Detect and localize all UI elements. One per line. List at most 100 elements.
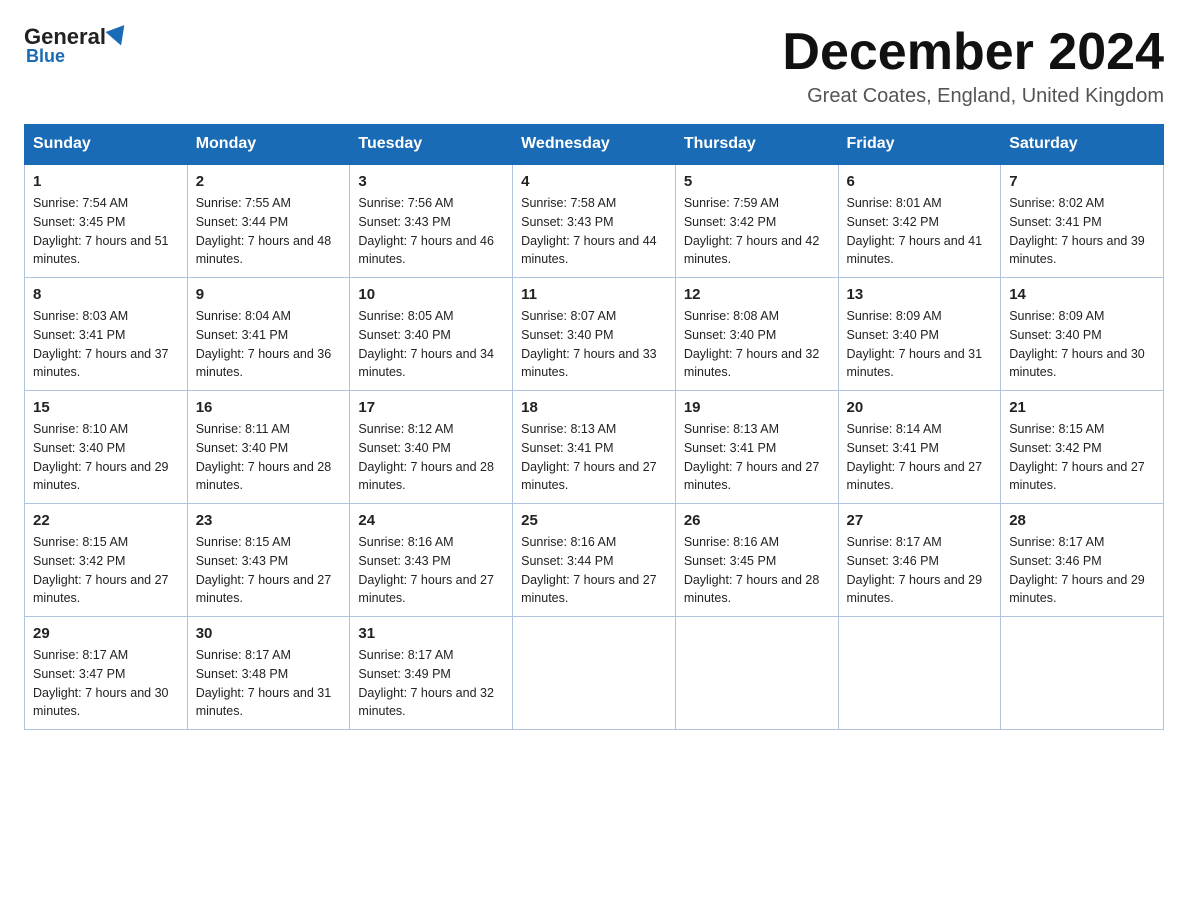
day-number: 27: [847, 512, 993, 529]
day-info: Sunrise: 8:08 AMSunset: 3:40 PMDaylight:…: [684, 307, 830, 382]
day-info: Sunrise: 8:09 AMSunset: 3:40 PMDaylight:…: [847, 307, 993, 382]
day-number: 6: [847, 173, 993, 190]
day-info: Sunrise: 8:07 AMSunset: 3:40 PMDaylight:…: [521, 307, 667, 382]
calendar-title: December 2024: [782, 24, 1164, 81]
calendar-subtitle: Great Coates, England, United Kingdom: [782, 85, 1164, 108]
day-info: Sunrise: 8:17 AMSunset: 3:46 PMDaylight:…: [847, 533, 993, 608]
weekday-header-sunday: Sunday: [25, 125, 188, 165]
day-info: Sunrise: 8:15 AMSunset: 3:42 PMDaylight:…: [33, 533, 179, 608]
calendar-cell: 26 Sunrise: 8:16 AMSunset: 3:45 PMDayligh…: [675, 504, 838, 617]
calendar-cell: 18 Sunrise: 8:13 AMSunset: 3:41 PMDayligh…: [513, 391, 676, 504]
calendar-cell: 4Sunrise: 7:58 AMSunset: 3:43 PMDaylight…: [513, 164, 676, 278]
day-info: Sunrise: 8:05 AMSunset: 3:40 PMDaylight:…: [358, 307, 504, 382]
day-number: 19: [684, 399, 830, 416]
calendar-cell: 1 Sunrise: 7:54 AMSunset: 3:45 PMDaylight…: [25, 164, 188, 278]
day-info: Sunrise: 7:59 AMSunset: 3:42 PMDaylight:…: [684, 194, 830, 269]
calendar-week-row: 29Sunrise: 8:17 AMSunset: 3:47 PMDayligh…: [25, 617, 1164, 730]
weekday-header-thursday: Thursday: [675, 125, 838, 165]
day-info: Sunrise: 8:14 AMSunset: 3:41 PMDaylight:…: [847, 420, 993, 495]
day-number: 3: [358, 173, 504, 190]
day-info: Sunrise: 8:02 AMSunset: 3:41 PMDaylight:…: [1009, 194, 1155, 269]
day-info: Sunrise: 8:11 AMSunset: 3:40 PMDaylight:…: [196, 420, 342, 495]
day-number: 26: [684, 512, 830, 529]
day-info: Sunrise: 8:13 AMSunset: 3:41 PMDaylight:…: [684, 420, 830, 495]
day-info: Sunrise: 8:04 AMSunset: 3:41 PMDaylight:…: [196, 307, 342, 382]
day-number: 12: [684, 286, 830, 303]
logo-blue-text: Blue: [26, 46, 65, 67]
calendar-week-row: 8Sunrise: 8:03 AMSunset: 3:41 PMDaylight…: [25, 278, 1164, 391]
calendar-cell: 14 Sunrise: 8:09 AMSunset: 3:40 PMDayligh…: [1001, 278, 1164, 391]
day-number: 16: [196, 399, 342, 416]
day-info: Sunrise: 8:12 AMSunset: 3:40 PMDaylight:…: [358, 420, 504, 495]
day-info: Sunrise: 8:15 AMSunset: 3:42 PMDaylight:…: [1009, 420, 1155, 495]
calendar-cell: [1001, 617, 1164, 730]
calendar-cell: [838, 617, 1001, 730]
logo-triangle-icon: [105, 25, 130, 49]
day-info: Sunrise: 8:15 AMSunset: 3:43 PMDaylight:…: [196, 533, 342, 608]
day-number: 23: [196, 512, 342, 529]
day-info: Sunrise: 7:56 AMSunset: 3:43 PMDaylight:…: [358, 194, 504, 269]
day-number: 20: [847, 399, 993, 416]
day-info: Sunrise: 7:54 AMSunset: 3:45 PMDaylight:…: [33, 194, 179, 269]
day-number: 24: [358, 512, 504, 529]
calendar-cell: 12 Sunrise: 8:08 AMSunset: 3:40 PMDayligh…: [675, 278, 838, 391]
calendar-cell: 3 Sunrise: 7:56 AMSunset: 3:43 PMDaylight…: [350, 164, 513, 278]
calendar-cell: 30Sunrise: 8:17 AMSunset: 3:48 PMDayligh…: [187, 617, 350, 730]
weekday-header-friday: Friday: [838, 125, 1001, 165]
day-number: 1: [33, 173, 179, 190]
day-number: 15: [33, 399, 179, 416]
weekday-header-saturday: Saturday: [1001, 125, 1164, 165]
day-number: 10: [358, 286, 504, 303]
day-number: 31: [358, 625, 504, 642]
day-number: 28: [1009, 512, 1155, 529]
day-number: 21: [1009, 399, 1155, 416]
calendar-cell: [513, 617, 676, 730]
weekday-header-monday: Monday: [187, 125, 350, 165]
weekday-header-tuesday: Tuesday: [350, 125, 513, 165]
calendar-cell: 24 Sunrise: 8:16 AMSunset: 3:43 PMDayligh…: [350, 504, 513, 617]
calendar-cell: 7Sunrise: 8:02 AMSunset: 3:41 PMDaylight…: [1001, 164, 1164, 278]
day-info: Sunrise: 8:09 AMSunset: 3:40 PMDaylight:…: [1009, 307, 1155, 382]
calendar-cell: 17 Sunrise: 8:12 AMSunset: 3:40 PMDayligh…: [350, 391, 513, 504]
logo: General Blue: [24, 24, 130, 67]
weekday-header-row: SundayMondayTuesdayWednesdayThursdayFrid…: [25, 125, 1164, 165]
day-number: 9: [196, 286, 342, 303]
calendar-table: SundayMondayTuesdayWednesdayThursdayFrid…: [24, 124, 1164, 730]
day-number: 14: [1009, 286, 1155, 303]
day-info: Sunrise: 8:16 AMSunset: 3:45 PMDaylight:…: [684, 533, 830, 608]
day-number: 17: [358, 399, 504, 416]
day-info: Sunrise: 8:17 AMSunset: 3:46 PMDaylight:…: [1009, 533, 1155, 608]
calendar-week-row: 15 Sunrise: 8:10 AMSunset: 3:40 PMDayligh…: [25, 391, 1164, 504]
day-info: Sunrise: 8:17 AMSunset: 3:47 PMDaylight:…: [33, 646, 179, 721]
calendar-cell: 25 Sunrise: 8:16 AMSunset: 3:44 PMDayligh…: [513, 504, 676, 617]
calendar-cell: 22 Sunrise: 8:15 AMSunset: 3:42 PMDayligh…: [25, 504, 188, 617]
calendar-cell: 10 Sunrise: 8:05 AMSunset: 3:40 PMDayligh…: [350, 278, 513, 391]
calendar-week-row: 22 Sunrise: 8:15 AMSunset: 3:42 PMDayligh…: [25, 504, 1164, 617]
calendar-cell: [675, 617, 838, 730]
day-info: Sunrise: 8:16 AMSunset: 3:44 PMDaylight:…: [521, 533, 667, 608]
calendar-cell: 21 Sunrise: 8:15 AMSunset: 3:42 PMDayligh…: [1001, 391, 1164, 504]
calendar-cell: 9 Sunrise: 8:04 AMSunset: 3:41 PMDaylight…: [187, 278, 350, 391]
page-header: General Blue December 2024 Great Coates,…: [24, 24, 1164, 108]
day-number: 2: [196, 173, 342, 190]
calendar-cell: 8Sunrise: 8:03 AMSunset: 3:41 PMDaylight…: [25, 278, 188, 391]
calendar-cell: 6 Sunrise: 8:01 AMSunset: 3:42 PMDaylight…: [838, 164, 1001, 278]
calendar-week-row: 1 Sunrise: 7:54 AMSunset: 3:45 PMDaylight…: [25, 164, 1164, 278]
day-info: Sunrise: 8:01 AMSunset: 3:42 PMDaylight:…: [847, 194, 993, 269]
calendar-cell: 13Sunrise: 8:09 AMSunset: 3:40 PMDayligh…: [838, 278, 1001, 391]
calendar-cell: 2 Sunrise: 7:55 AMSunset: 3:44 PMDaylight…: [187, 164, 350, 278]
calendar-cell: 29Sunrise: 8:17 AMSunset: 3:47 PMDayligh…: [25, 617, 188, 730]
calendar-cell: 23 Sunrise: 8:15 AMSunset: 3:43 PMDayligh…: [187, 504, 350, 617]
day-info: Sunrise: 8:16 AMSunset: 3:43 PMDaylight:…: [358, 533, 504, 608]
day-info: Sunrise: 8:13 AMSunset: 3:41 PMDaylight:…: [521, 420, 667, 495]
day-number: 18: [521, 399, 667, 416]
day-info: Sunrise: 8:17 AMSunset: 3:49 PMDaylight:…: [358, 646, 504, 721]
day-number: 5: [684, 173, 830, 190]
calendar-cell: 27 Sunrise: 8:17 AMSunset: 3:46 PMDayligh…: [838, 504, 1001, 617]
day-number: 22: [33, 512, 179, 529]
day-number: 30: [196, 625, 342, 642]
day-info: Sunrise: 7:55 AMSunset: 3:44 PMDaylight:…: [196, 194, 342, 269]
day-number: 25: [521, 512, 667, 529]
day-info: Sunrise: 8:10 AMSunset: 3:40 PMDaylight:…: [33, 420, 179, 495]
title-block: December 2024 Great Coates, England, Uni…: [782, 24, 1164, 108]
